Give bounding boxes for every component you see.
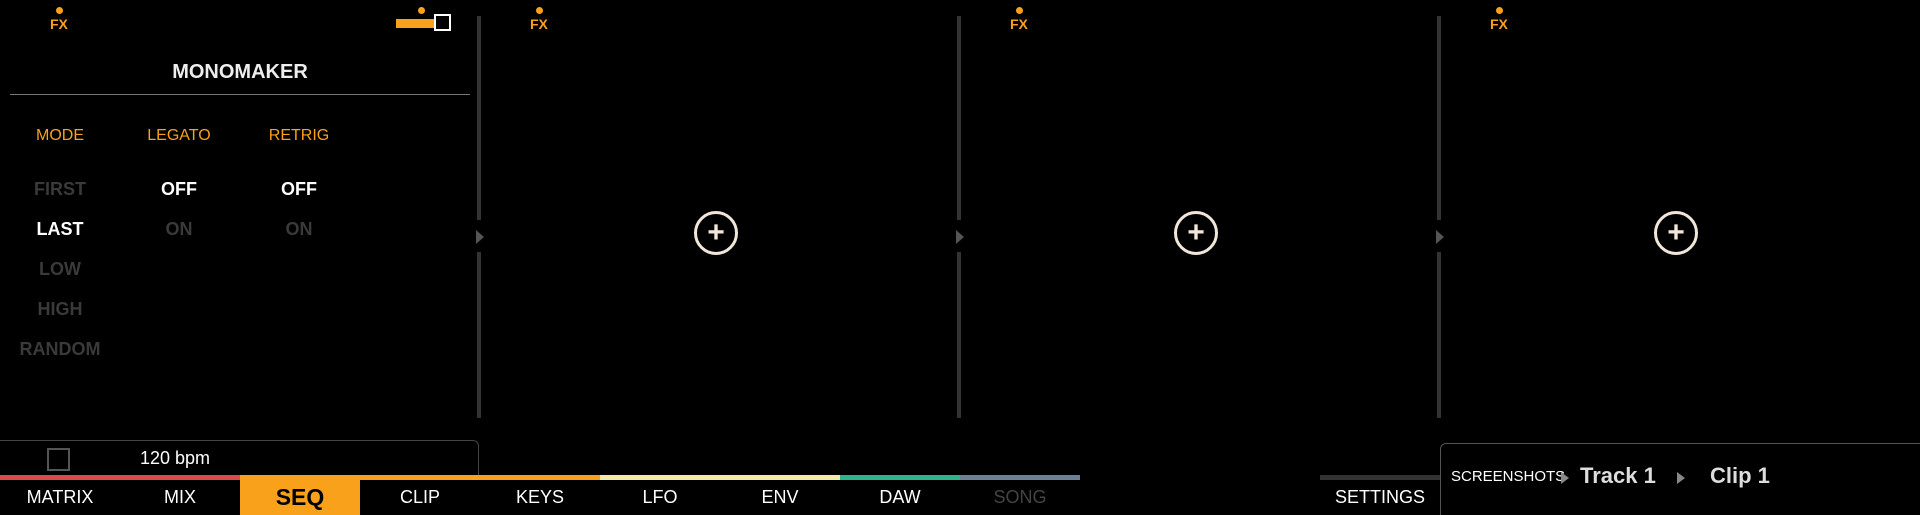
nav-song[interactable]: SONG xyxy=(960,479,1080,515)
mode-option-random[interactable]: RANDOM xyxy=(0,339,120,360)
slot-divider xyxy=(957,252,961,418)
add-device-button[interactable]: + xyxy=(1174,211,1218,255)
nav-settings[interactable]: SETTINGS xyxy=(1320,479,1440,515)
breadcrumb-root[interactable]: SCREENSHOTS xyxy=(1451,468,1565,485)
breadcrumb-separator-icon xyxy=(1677,472,1685,484)
level-handle[interactable] xyxy=(434,14,451,31)
device-title: MONOMAKER xyxy=(172,61,308,83)
nav-lfo[interactable]: LFO xyxy=(600,479,720,515)
retrig-header: RETRIG xyxy=(268,127,330,144)
breadcrumb-clip[interactable]: Clip 1 xyxy=(1710,463,1770,489)
add-device-button[interactable]: + xyxy=(694,211,738,255)
slot-arrow-icon[interactable] xyxy=(1436,230,1444,244)
slot-divider xyxy=(1437,252,1441,418)
nav-daw[interactable]: DAW xyxy=(840,479,960,515)
nav-clip[interactable]: CLIP xyxy=(360,479,480,515)
add-device-button[interactable]: + xyxy=(1654,211,1698,255)
fx-indicator-dot xyxy=(1496,7,1503,14)
fx-label: FX xyxy=(1010,16,1028,32)
mode-header: MODE xyxy=(36,127,84,144)
slot-divider xyxy=(477,16,481,220)
slot-arrow-icon[interactable] xyxy=(956,230,964,244)
fx-indicator-dot xyxy=(1016,7,1023,14)
breadcrumb: SCREENSHOTS Track 1 Clip 1 xyxy=(1440,443,1920,515)
record-toggle[interactable] xyxy=(47,448,70,471)
slot-divider xyxy=(957,16,961,220)
tempo-display[interactable]: 120 bpm xyxy=(140,448,210,469)
fx-indicator-dot xyxy=(536,7,543,14)
title-divider xyxy=(10,94,470,95)
transport-panel xyxy=(0,440,479,475)
mode-option-last[interactable]: LAST xyxy=(0,219,120,240)
nav-matrix[interactable]: MATRIX xyxy=(0,479,120,515)
retrig-option-on[interactable]: ON xyxy=(239,219,359,240)
legato-option-on[interactable]: ON xyxy=(119,219,239,240)
nav-keys[interactable]: KEYS xyxy=(480,479,600,515)
fx-label: FX xyxy=(1490,16,1508,32)
slot-divider xyxy=(477,252,481,418)
slot-arrow-icon[interactable] xyxy=(476,230,484,244)
fx-label: FX xyxy=(530,16,548,32)
breadcrumb-track[interactable]: Track 1 xyxy=(1580,463,1656,489)
fx-indicator-dot xyxy=(56,7,63,14)
nav-mix[interactable]: MIX xyxy=(120,479,240,515)
legato-option-off[interactable]: OFF xyxy=(119,179,239,200)
nav-env[interactable]: ENV xyxy=(720,479,840,515)
fx-label: FX xyxy=(50,16,68,32)
mode-option-low[interactable]: LOW xyxy=(0,259,120,280)
mode-option-high[interactable]: HIGH xyxy=(0,299,120,320)
slot-divider xyxy=(1437,16,1441,220)
nav-seq[interactable]: SEQ xyxy=(240,479,360,515)
level-indicator-dot xyxy=(418,7,425,14)
breadcrumb-separator-icon xyxy=(1561,472,1569,484)
legato-header: LEGATO xyxy=(147,127,211,144)
mode-option-first[interactable]: FIRST xyxy=(0,179,120,200)
retrig-option-off[interactable]: OFF xyxy=(239,179,359,200)
